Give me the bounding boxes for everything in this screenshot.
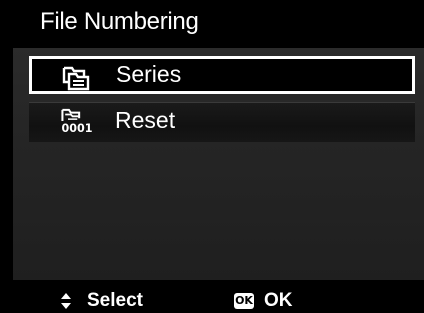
menu-item-series[interactable]: Series (29, 56, 415, 94)
select-hint: Select (59, 288, 143, 313)
reset-icon-number: 0001 (62, 122, 93, 134)
page-title: File Numbering (40, 8, 199, 35)
select-hint-label: Select (87, 289, 143, 311)
menu-item-reset[interactable]: 0001 Reset (29, 102, 415, 142)
ok-hint: OK OK (234, 288, 293, 313)
menu-item-label: Series (116, 61, 182, 87)
menu-item-label: Reset (115, 107, 176, 133)
title-bar: File Numbering (0, 0, 424, 48)
up-down-arrow-icon (61, 292, 71, 309)
folder-series-icon (62, 66, 90, 91)
button-hint-bar: Select OK OK (0, 288, 424, 313)
ok-hint-label: OK (264, 289, 293, 311)
folder-reset-0001-icon: 0001 (61, 108, 93, 134)
ok-button-icon: OK (234, 292, 254, 309)
camera-menu-screen: File Numbering Series 0001 Reset Select … (0, 0, 424, 313)
